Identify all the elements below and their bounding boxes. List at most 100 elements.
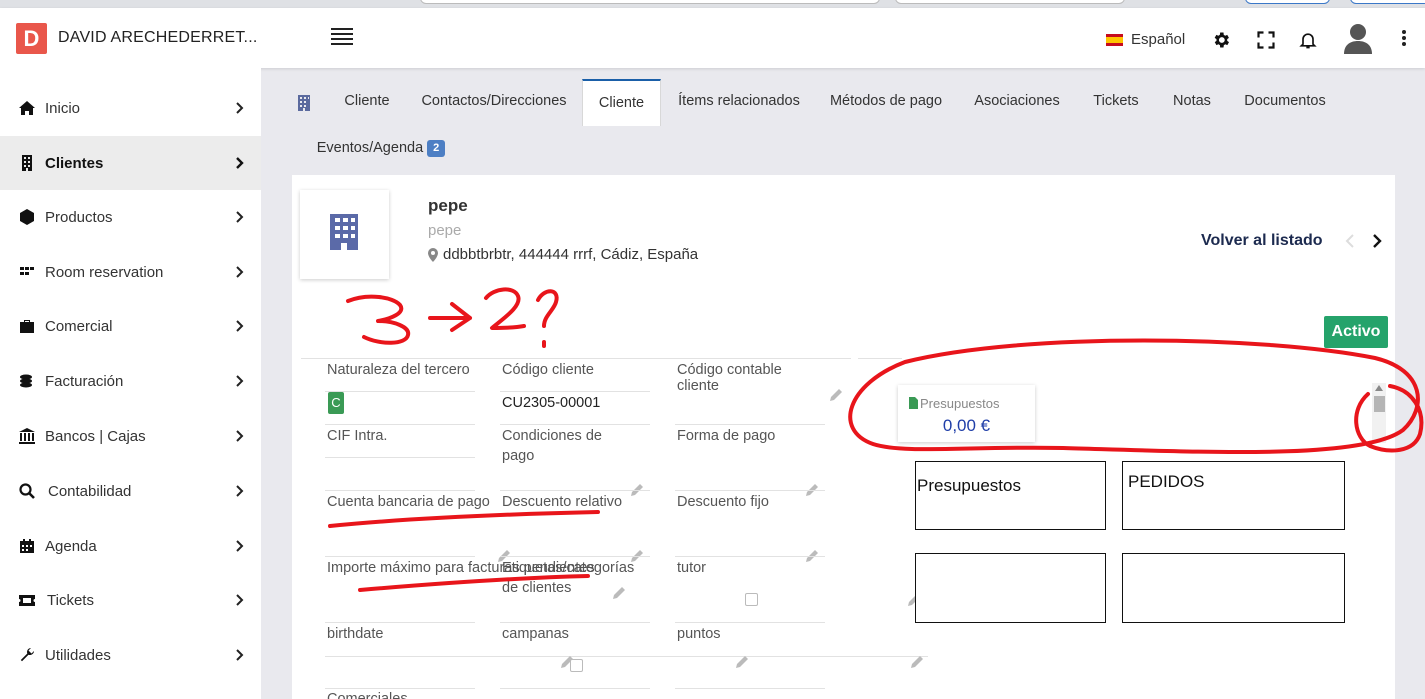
edit-pencil-icon[interactable] bbox=[612, 586, 626, 600]
chevron-right-icon bbox=[236, 430, 244, 442]
tab-metodos-de-pago[interactable]: Métodos de pago bbox=[826, 79, 946, 126]
scrollbar-thumb[interactable] bbox=[1374, 396, 1385, 412]
condiciones-pago-label: Condiciones de pago bbox=[502, 428, 652, 464]
sidebar-item-tickets[interactable]: Tickets bbox=[0, 573, 261, 627]
chevron-right-icon[interactable] bbox=[1372, 234, 1382, 248]
etiquetas-line-2: de clientes bbox=[502, 580, 572, 596]
bell-icon[interactable] bbox=[1298, 30, 1318, 50]
chevron-right-icon bbox=[236, 485, 244, 497]
tutor-checkbox[interactable] bbox=[745, 593, 758, 606]
thirdparty-name: pepe bbox=[428, 196, 468, 215]
fullscreen-icon[interactable] bbox=[1256, 30, 1276, 50]
edit-pencil-icon[interactable] bbox=[910, 655, 924, 669]
divider bbox=[301, 358, 851, 359]
tabs-bar: Cliente Contactos/Direcciones Cliente Ít… bbox=[261, 68, 1425, 175]
sidebar-item-utilidades[interactable]: Utilidades bbox=[0, 628, 261, 682]
company-name[interactable]: DAVID ARECHEDERRET... bbox=[58, 29, 258, 47]
sidebar-item-label: Comercial bbox=[45, 317, 113, 335]
sidebar-item-label: Room reservation bbox=[45, 263, 164, 281]
sidebar-item-room-reservation[interactable]: Room reservation bbox=[0, 245, 261, 299]
divider bbox=[325, 622, 475, 623]
browser-button[interactable] bbox=[1245, 0, 1330, 4]
divider bbox=[500, 622, 650, 623]
map-marker-icon bbox=[428, 247, 438, 262]
user-avatar-icon[interactable] bbox=[1343, 22, 1373, 54]
tab-documentos[interactable]: Documentos bbox=[1240, 79, 1330, 126]
divider bbox=[325, 688, 475, 689]
tab-eventos-label: Eventos/Agenda bbox=[316, 140, 424, 156]
sidebar-item-bancos-cajas[interactable]: Bancos | Cajas bbox=[0, 409, 261, 463]
events-count-badge: 2 bbox=[427, 139, 446, 157]
coins-icon bbox=[20, 374, 32, 388]
codigo-cliente-value: CU2305-00001 bbox=[502, 395, 601, 411]
tab-items-relacionados[interactable]: Ítems relacionados bbox=[674, 79, 804, 126]
top-header: D DAVID ARECHEDERRET... Español bbox=[0, 8, 1425, 68]
etiquetas-line-1: Etiquetas/categorías bbox=[502, 560, 635, 576]
sidebar-item-inicio[interactable]: Inicio bbox=[0, 81, 261, 135]
tab-cliente-main[interactable]: Cliente bbox=[335, 79, 399, 126]
chevron-right-icon bbox=[236, 211, 244, 223]
descuento-relativo-label: Descuento relativo bbox=[502, 494, 623, 510]
condiciones-line-1: Condiciones de bbox=[502, 428, 602, 444]
divider bbox=[675, 556, 825, 557]
tab-eventos-agenda[interactable]: Eventos/Agenda 2 bbox=[313, 126, 449, 173]
forma-pago-label: Forma de pago bbox=[677, 428, 776, 444]
sidebar-item-productos[interactable]: Productos bbox=[0, 190, 261, 244]
birthdate-label: birthdate bbox=[327, 626, 384, 642]
presupuestos-widget[interactable]: Presupuestos 0,00 € bbox=[898, 385, 1035, 442]
edit-pencil-icon[interactable] bbox=[829, 388, 843, 402]
divider bbox=[675, 490, 825, 491]
briefcase-icon bbox=[20, 320, 34, 333]
bank-icon bbox=[19, 428, 35, 444]
browser-address-bar[interactable] bbox=[420, 0, 880, 4]
divider bbox=[325, 656, 928, 657]
sidebar-item-label: Contabilidad bbox=[48, 482, 132, 500]
chevron-right-icon bbox=[236, 102, 244, 114]
ticket-icon bbox=[19, 595, 35, 606]
pedidos-box: PEDIDOS bbox=[1122, 461, 1345, 530]
language-selector[interactable]: Español bbox=[1106, 31, 1185, 48]
address-text: ddbbtbrbtr, 444444 rrrf, Cádiz, España bbox=[443, 246, 699, 263]
descuento-fijo-label: Descuento fijo bbox=[677, 494, 769, 510]
tab-asociaciones[interactable]: Asociaciones bbox=[968, 79, 1066, 126]
chevron-right-icon bbox=[236, 157, 244, 169]
divider bbox=[675, 622, 825, 623]
campanas-checkbox[interactable] bbox=[570, 659, 583, 672]
building-icon bbox=[22, 155, 32, 171]
sidebar-item-agenda[interactable]: Agenda bbox=[0, 519, 261, 573]
browser-extension-bar[interactable] bbox=[895, 0, 1125, 4]
widget-value: 0,00 € bbox=[942, 416, 991, 435]
more-vertical-icon[interactable] bbox=[1401, 30, 1407, 46]
thirdparty-card: pepe pepe ddbbtbrbtr, 444444 rrrf, Cádiz… bbox=[292, 175, 1395, 699]
sidebar-item-clientes[interactable]: Clientes bbox=[0, 136, 261, 190]
sidebar-item-label: Bancos | Cajas bbox=[45, 427, 146, 445]
thirdparty-alias: pepe bbox=[428, 222, 462, 239]
chevron-left-icon[interactable] bbox=[1345, 234, 1355, 248]
back-to-list-link[interactable]: Volver al listado bbox=[1201, 232, 1323, 250]
widget-scrollbar[interactable] bbox=[1372, 383, 1386, 443]
cube-icon bbox=[20, 209, 34, 225]
edit-pencil-icon[interactable] bbox=[735, 655, 749, 669]
sidebar-item-facturacion[interactable]: Facturación bbox=[0, 354, 261, 408]
browser-button-2[interactable] bbox=[1350, 0, 1425, 4]
divider bbox=[325, 391, 475, 392]
menu-icon[interactable] bbox=[331, 28, 353, 46]
tab-tickets[interactable]: Tickets bbox=[1088, 79, 1144, 126]
empty-box-1 bbox=[915, 553, 1106, 623]
divider bbox=[325, 490, 475, 491]
divider bbox=[325, 424, 475, 425]
tab-cliente[interactable]: Cliente bbox=[582, 79, 661, 126]
sidebar-item-comercial[interactable]: Comercial bbox=[0, 299, 261, 353]
scroll-up-icon[interactable] bbox=[1375, 385, 1383, 391]
codigo-contable-label: Código contable cliente bbox=[677, 362, 782, 394]
sidebar-item-contabilidad[interactable]: Contabilidad bbox=[0, 464, 261, 518]
company-logo[interactable]: D bbox=[16, 23, 47, 54]
tab-contactos-direcciones[interactable]: Contactos/Direcciones bbox=[419, 79, 569, 126]
tab-notas[interactable]: Notas bbox=[1167, 79, 1217, 126]
browser-toolbar-strip bbox=[0, 0, 1425, 8]
settings-icon[interactable] bbox=[1211, 30, 1231, 50]
divider bbox=[500, 556, 650, 557]
puntos-label: puntos bbox=[677, 626, 721, 642]
thirdparty-photo[interactable] bbox=[300, 190, 389, 279]
divider bbox=[500, 688, 650, 689]
